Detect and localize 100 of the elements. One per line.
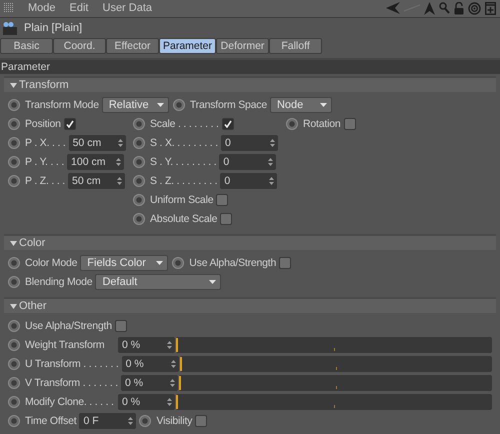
- keyframe-icon[interactable]: [133, 194, 145, 206]
- keyframe-icon[interactable]: [133, 136, 145, 148]
- field-label: Blending Mode: [25, 276, 92, 288]
- field-label: V Transform . . . . . . .: [25, 376, 118, 388]
- spinner-icon[interactable]: [269, 176, 274, 184]
- spinner-icon[interactable]: [170, 360, 176, 368]
- checkbox[interactable]: [220, 212, 232, 224]
- section-header[interactable]: Transform: [4, 76, 496, 92]
- keyframe-icon[interactable]: [8, 174, 20, 186]
- keyframe-icon[interactable]: [8, 118, 20, 130]
- dropdown[interactable]: Fields Color: [80, 254, 168, 270]
- spinner-icon[interactable]: [170, 378, 176, 386]
- spinner-icon[interactable]: [268, 158, 274, 166]
- checkbox[interactable]: [64, 118, 76, 130]
- dropdown-caret-icon: [156, 102, 164, 106]
- section-header[interactable]: Color: [4, 234, 496, 250]
- tab[interactable]: Effector: [106, 38, 159, 54]
- spinner-icon[interactable]: [167, 340, 172, 348]
- checkbox[interactable]: [344, 118, 356, 130]
- menu-item[interactable]: Mode: [28, 2, 56, 14]
- field-label: Visibility: [156, 414, 192, 426]
- spinner-icon[interactable]: [117, 176, 122, 184]
- panel-title: Parameter: [0, 60, 500, 74]
- keyframe-icon[interactable]: [8, 396, 20, 408]
- keyframe-icon[interactable]: [133, 174, 145, 186]
- menu-item[interactable]: Edit: [70, 2, 88, 14]
- checkbox[interactable]: [114, 320, 127, 332]
- section-header[interactable]: Other: [4, 297, 496, 313]
- keyframe-icon[interactable]: [172, 98, 185, 110]
- keyframe-icon[interactable]: [8, 256, 20, 268]
- dropdown[interactable]: Node: [270, 96, 332, 112]
- keyframe-icon[interactable]: [139, 414, 152, 426]
- dropdown-caret-icon: [320, 102, 327, 106]
- tab[interactable]: Deformer: [216, 38, 270, 54]
- number-field[interactable]: 100 cm: [67, 154, 124, 170]
- tab[interactable]: Falloff: [269, 38, 322, 54]
- checkbox[interactable]: [279, 256, 292, 268]
- number-field[interactable]: 0: [219, 154, 276, 170]
- spinner-icon[interactable]: [167, 398, 172, 406]
- number-field[interactable]: 0: [220, 172, 278, 188]
- number-field[interactable]: 50 cm: [68, 134, 126, 150]
- expanded-caret-icon: [10, 82, 17, 88]
- back-arrow-icon[interactable]: [386, 2, 400, 14]
- field-label: Position: [25, 118, 61, 130]
- dropdown[interactable]: Relative: [102, 96, 169, 112]
- keyframe-icon[interactable]: [8, 358, 20, 370]
- field-label: Rotation: [303, 118, 341, 130]
- field-label: S . Y. . . . . . . . .: [150, 156, 216, 168]
- keyframe-icon[interactable]: [8, 338, 20, 350]
- keyframe-icon[interactable]: [133, 212, 145, 224]
- number-field[interactable]: 0 F: [79, 412, 136, 428]
- menu-item[interactable]: User Data: [102, 2, 152, 14]
- field-label: Transform Mode: [25, 98, 99, 110]
- tab[interactable]: Coord.: [53, 38, 106, 54]
- keyframe-icon[interactable]: [286, 118, 298, 130]
- target-icon[interactable]: [468, 2, 481, 15]
- keyframe-icon[interactable]: [8, 98, 20, 110]
- tab[interactable]: Parameter: [159, 38, 216, 54]
- checkbox[interactable]: [216, 194, 228, 206]
- slider-thumb[interactable]: [179, 376, 182, 390]
- field-label: Modify Clone. . . . . .: [25, 396, 115, 408]
- field-label: Uniform Scale: [150, 194, 214, 206]
- dropdown[interactable]: Default: [95, 274, 222, 290]
- dropdown-caret-icon: [156, 260, 164, 264]
- spinner-icon[interactable]: [128, 416, 134, 424]
- keyframe-icon[interactable]: [8, 156, 20, 168]
- keyframe-icon[interactable]: [8, 414, 20, 426]
- number-field[interactable]: 50 cm: [68, 172, 125, 188]
- new-window-icon[interactable]: [485, 2, 496, 15]
- slider-thumb[interactable]: [180, 356, 182, 370]
- keyframe-icon[interactable]: [133, 156, 145, 168]
- checkbox[interactable]: [195, 414, 208, 426]
- number-field[interactable]: 0: [220, 134, 278, 150]
- search-icon[interactable]: [439, 2, 450, 14]
- keyframe-icon[interactable]: [8, 320, 20, 332]
- keyframe-icon[interactable]: [172, 256, 184, 268]
- field-label: Time Offset: [25, 414, 76, 426]
- up-arrow-icon[interactable]: [424, 2, 435, 15]
- field-label: Scale . . . . . . . .: [150, 118, 219, 130]
- spinner-icon[interactable]: [118, 138, 123, 146]
- field-label: Weight Transform: [25, 338, 106, 350]
- percent-field[interactable]: 0 %: [118, 394, 175, 410]
- object-title: Plain [Plain]: [24, 22, 82, 34]
- percent-field[interactable]: 0 %: [118, 336, 175, 352]
- spinner-icon[interactable]: [270, 138, 275, 146]
- unlock-icon[interactable]: [454, 2, 464, 15]
- tab[interactable]: Basic: [0, 38, 53, 54]
- field-label: Use Alpha/Strength: [189, 256, 276, 268]
- field-label: S . X. . . . . . . . .: [150, 136, 218, 148]
- keyframe-icon[interactable]: [8, 276, 20, 288]
- checkbox[interactable]: [222, 118, 234, 130]
- dropdown-caret-icon: [209, 280, 216, 284]
- percent-field[interactable]: 0 %: [122, 356, 179, 372]
- percent-field[interactable]: 0 %: [121, 374, 178, 390]
- expanded-caret-icon: [10, 240, 17, 246]
- keyframe-icon[interactable]: [8, 376, 20, 388]
- keyframe-icon[interactable]: [8, 136, 20, 148]
- spinner-icon[interactable]: [116, 158, 122, 166]
- field-label: S . Z. . . . . . . . .: [150, 174, 218, 186]
- keyframe-icon[interactable]: [133, 118, 145, 130]
